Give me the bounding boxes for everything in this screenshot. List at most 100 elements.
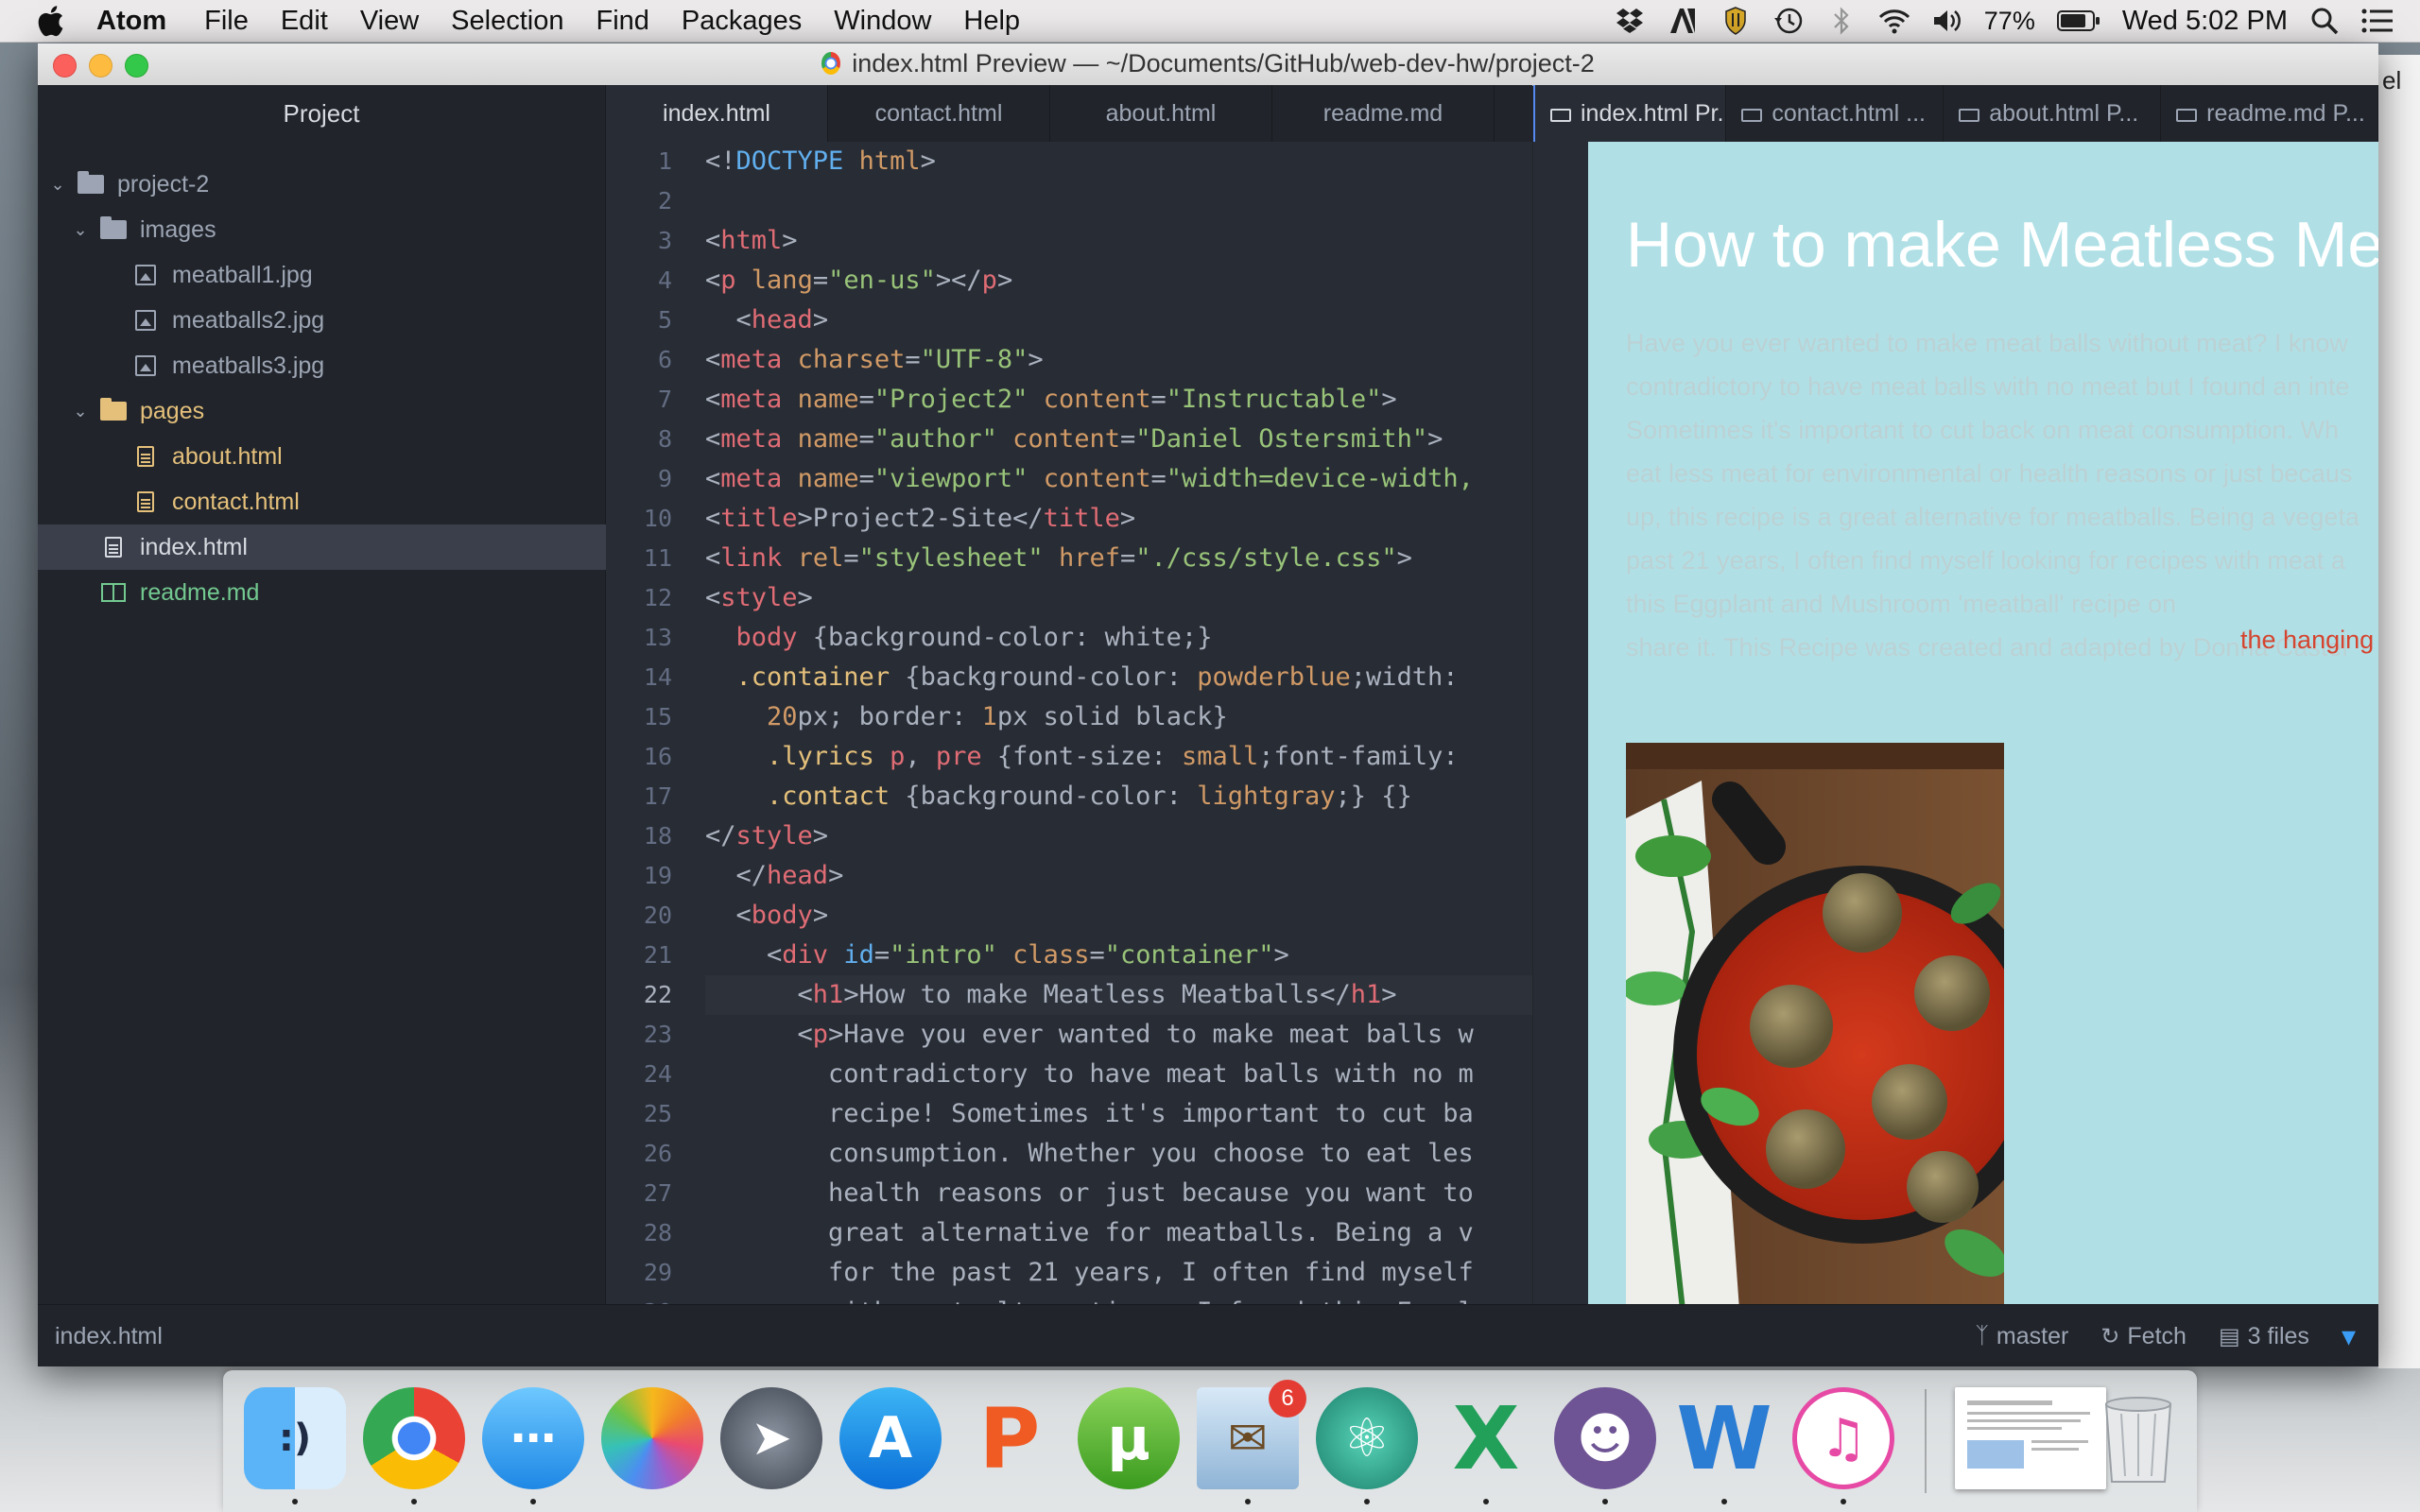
- tab-index-html[interactable]: index.html: [606, 85, 828, 142]
- chevron-down-icon[interactable]: ⌄: [70, 220, 91, 240]
- bluetooth-icon[interactable]: [1825, 5, 1858, 37]
- tree-file-meatballs2[interactable]: meatballs2.jpg: [38, 298, 700, 343]
- adobe-icon[interactable]: [1667, 5, 1699, 37]
- code-line[interactable]: </head>: [705, 856, 844, 896]
- messages-icon[interactable]: ⋯: [482, 1387, 584, 1489]
- battery-icon[interactable]: [2056, 5, 2101, 37]
- menu-window[interactable]: Window: [834, 6, 931, 37]
- tab-contact-preview[interactable]: contact.html ...: [1726, 85, 1945, 142]
- clock[interactable]: Wed 5:02 PM: [2122, 6, 2288, 37]
- code-line[interactable]: 20px; border: 1px solid black}: [705, 697, 1228, 737]
- code-line[interactable]: body {background-color: white;}: [705, 618, 1213, 658]
- code-line[interactable]: recipe! Sometimes it's important to cut …: [705, 1094, 1474, 1134]
- launchpad-icon[interactable]: ➤: [720, 1387, 822, 1489]
- menu-find[interactable]: Find: [596, 6, 648, 37]
- tree-file-about[interactable]: about.html: [38, 434, 700, 479]
- tree-folder-project-2[interactable]: ⌄ project-2: [38, 162, 614, 207]
- menu-selection[interactable]: Selection: [451, 6, 563, 37]
- tree-folder-pages[interactable]: ⌄ pages: [38, 388, 637, 434]
- notification-center-icon[interactable]: [2361, 5, 2394, 37]
- code-line[interactable]: contradictory to have meat balls with no…: [705, 1055, 1474, 1094]
- tab-about-html[interactable]: about.html: [1050, 85, 1272, 142]
- changed-files[interactable]: ▤ 3 files: [2219, 1323, 2309, 1350]
- code-line[interactable]: <meta name="viewport" content="width=dev…: [705, 459, 1474, 499]
- tree-view-header[interactable]: Project: [38, 85, 605, 142]
- volume-icon[interactable]: [1931, 5, 1963, 37]
- menu-view[interactable]: View: [360, 6, 419, 37]
- preview-link[interactable]: the hanging sp: [2240, 626, 2378, 655]
- code-line[interactable]: for the past 21 years, I often find myse…: [705, 1253, 1474, 1293]
- tree-file-meatball1[interactable]: meatball1.jpg: [38, 252, 700, 298]
- tab-index-preview[interactable]: index.html Pr...: [1535, 85, 1727, 142]
- squirrel-update-icon[interactable]: ▾: [2342, 1320, 2356, 1353]
- chevron-down-icon[interactable]: ⌄: [47, 175, 68, 195]
- status-file-path[interactable]: index.html: [55, 1305, 163, 1366]
- code-line[interactable]: .lyrics p, pre {font-size: small;font-fa…: [705, 737, 1459, 777]
- menu-packages[interactable]: Packages: [682, 6, 802, 37]
- code-line[interactable]: <html>: [705, 221, 798, 261]
- code-line[interactable]: <h1>How to make Meatless Meatballs</h1>: [705, 975, 1397, 1015]
- mail-icon[interactable]: ✉ 6: [1197, 1380, 1306, 1489]
- time-machine-icon[interactable]: [1772, 5, 1805, 37]
- tree-file-readme[interactable]: readme.md: [38, 570, 667, 615]
- folder-icon: [78, 171, 104, 194]
- word-icon[interactable]: W: [1673, 1387, 1775, 1489]
- menu-file[interactable]: File: [204, 6, 249, 37]
- tree-file-meatballs3[interactable]: meatballs3.jpg: [38, 343, 700, 388]
- code-line[interactable]: .contact {background-color: lightgray;} …: [705, 777, 1412, 816]
- line-number: 25: [643, 1100, 672, 1127]
- code-editor[interactable]: 1 2 3 4 5 6 7 8 9 10 11 12 13 14 15 16 1…: [606, 142, 1532, 1304]
- photos-icon[interactable]: [601, 1387, 703, 1489]
- tree-file-contact[interactable]: contact.html: [38, 479, 700, 524]
- code-line[interactable]: <meta name="author" content="Daniel Oste…: [705, 420, 1443, 459]
- tab-about-preview[interactable]: about.html P...: [1944, 85, 2162, 142]
- github-desktop-icon[interactable]: ☻: [1554, 1387, 1656, 1489]
- code-line[interactable]: <!DOCTYPE html>: [705, 142, 936, 181]
- code-line[interactable]: great alternative for meatballs. Being a…: [705, 1213, 1474, 1253]
- tab-readme-preview[interactable]: readme.md P...: [2161, 85, 2378, 142]
- code-line[interactable]: <meta charset="UTF-8">: [705, 340, 1044, 380]
- git-fetch-button[interactable]: ↻ Fetch: [2100, 1323, 2187, 1350]
- wifi-icon[interactable]: [1878, 5, 1910, 37]
- code-line[interactable]: <body>: [705, 896, 829, 936]
- code-line[interactable]: <link rel="stylesheet" href="./css/style…: [705, 539, 1412, 578]
- chevron-down-icon[interactable]: ⌄: [70, 402, 91, 421]
- code-line[interactable]: <head>: [705, 301, 829, 340]
- code-line[interactable]: <div id="intro" class="container">: [705, 936, 1289, 975]
- code-line[interactable]: <title>Project2-Site</title>: [705, 499, 1135, 539]
- app-store-icon[interactable]: A: [839, 1387, 942, 1489]
- code-line[interactable]: </style>: [705, 816, 828, 856]
- atom-icon[interactable]: ⚛: [1316, 1387, 1418, 1489]
- dropbox-icon[interactable]: [1614, 5, 1646, 37]
- html-preview-pane[interactable]: How to make Meatless Mea Have you ever w…: [1588, 142, 2378, 1304]
- tree-folder-images[interactable]: ⌄ images: [38, 207, 637, 252]
- spotlight-search-icon[interactable]: [2308, 5, 2341, 37]
- code-line[interactable]: with meat alternatives. I found this Egg…: [705, 1293, 1474, 1304]
- battery-percent[interactable]: 77%: [1984, 7, 2035, 36]
- itunes-icon[interactable]: ♫: [1792, 1387, 1894, 1489]
- window-titlebar[interactable]: index.html Preview — ~/Documents/GitHub/…: [38, 43, 2378, 86]
- code-line[interactable]: <meta name="Project2" content="Instructa…: [705, 380, 1397, 420]
- shield-icon[interactable]: [1720, 5, 1752, 37]
- tab-contact-html[interactable]: contact.html: [828, 85, 1050, 142]
- menu-app-name[interactable]: Atom: [96, 6, 166, 37]
- tab-readme-md[interactable]: readme.md: [1272, 85, 1495, 142]
- excel-icon[interactable]: X: [1435, 1387, 1537, 1489]
- chrome-icon[interactable]: [363, 1387, 465, 1489]
- menu-edit[interactable]: Edit: [281, 6, 328, 37]
- code-line[interactable]: consumption. Whether you choose to eat l…: [705, 1134, 1474, 1174]
- trash-icon[interactable]: [2087, 1387, 2189, 1489]
- finder-icon[interactable]: :): [244, 1387, 346, 1489]
- code-line[interactable]: <p lang="en-us"></p>: [705, 261, 1012, 301]
- menu-help[interactable]: Help: [963, 6, 1020, 37]
- code-line[interactable]: <style>: [705, 578, 813, 618]
- paw-icon[interactable]: P: [959, 1387, 1061, 1489]
- git-branch[interactable]: ᛉ master: [1975, 1323, 2068, 1350]
- code-line[interactable]: .container {background-color: powderblue…: [705, 658, 1459, 697]
- code-line[interactable]: health reasons or just because you want …: [705, 1174, 1474, 1213]
- document-stack-icon[interactable]: [1955, 1387, 2106, 1489]
- code-line[interactable]: <p>Have you ever wanted to make meat bal…: [705, 1015, 1474, 1055]
- apple-icon[interactable]: [36, 2, 74, 40]
- utorrent-icon[interactable]: μ: [1078, 1387, 1180, 1489]
- tree-file-index[interactable]: index.html: [38, 524, 667, 570]
